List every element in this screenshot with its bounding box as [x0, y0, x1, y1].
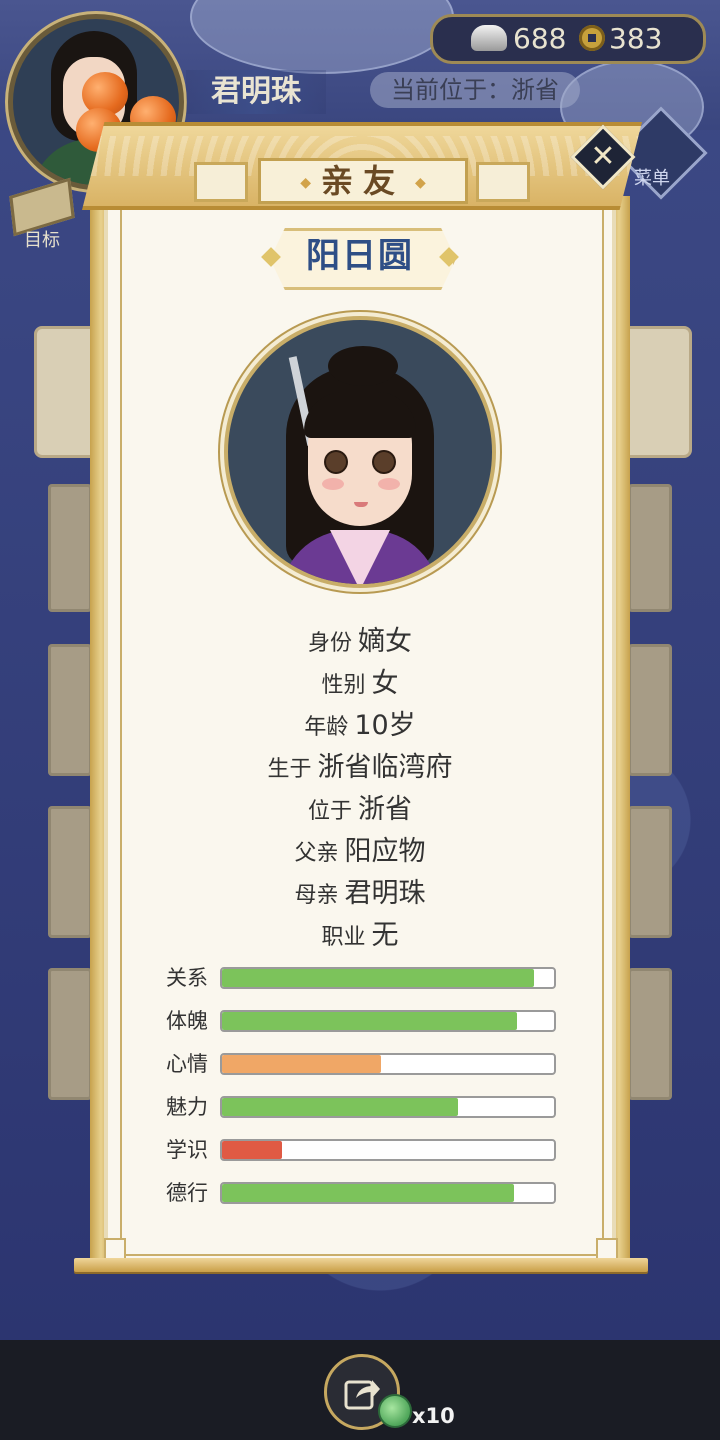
reward-count: x10	[412, 1404, 455, 1428]
stat-label-mood: 心情	[166, 1052, 208, 1076]
info-value: 阳应物	[344, 836, 426, 867]
info-key: 位于	[307, 799, 352, 824]
info-value: 无	[371, 920, 399, 951]
info-key: 职业	[321, 925, 366, 950]
npc-name: 阳日圆	[306, 236, 414, 276]
info-value: 君明珠	[344, 878, 426, 909]
npc-portrait	[228, 320, 492, 584]
info-row-location: 位于 浙省	[104, 790, 616, 830]
info-row-gender: 性别女	[104, 664, 616, 704]
info-key: 性别	[321, 673, 366, 698]
stat-bar-knowledge	[220, 1139, 556, 1161]
copper-coin-icon	[579, 25, 605, 51]
info-key: 父亲	[294, 841, 339, 866]
stat-label-virtue: 德行	[166, 1181, 208, 1205]
info-row-age: 年龄 10岁	[104, 706, 616, 746]
background-card	[628, 806, 672, 938]
stat-label-knowledge: 学识	[166, 1138, 208, 1162]
info-key: 母亲	[294, 883, 339, 908]
header-ornament-box	[194, 162, 248, 202]
current-location: 当前位于：浙省	[370, 72, 580, 108]
background-card-frame	[622, 326, 692, 458]
stat-label-physique: 体魄	[166, 1009, 208, 1033]
background-card	[48, 806, 92, 938]
background-card	[48, 968, 92, 1100]
modal-title: ◆ 亲友 ◆	[258, 158, 468, 204]
info-value: 浙省临湾府	[317, 752, 453, 783]
background-card	[628, 484, 672, 612]
info-value: 嫡女	[358, 626, 412, 657]
goal-label[interactable]: 目标	[24, 226, 60, 252]
currency-bar: 688 383	[430, 14, 706, 64]
stat-bar-physique	[220, 1010, 556, 1032]
stat-bar-fill	[222, 969, 535, 987]
stat-bar-fill	[222, 1012, 518, 1030]
background-card	[48, 484, 92, 612]
silver-ingot-icon	[471, 25, 507, 51]
info-row-birthplace: 生于 浙省临湾府	[104, 748, 616, 788]
info-key: 年龄	[304, 715, 349, 740]
stat-bar-fill	[222, 1098, 458, 1116]
player-name: 君明珠	[186, 70, 326, 114]
info-key: 身份	[307, 631, 352, 656]
stat-bar-fill	[222, 1184, 515, 1202]
stat-bar-relationship	[220, 967, 556, 989]
info-row-mother: 母亲 君明珠	[104, 874, 616, 914]
silver-amount: 688	[513, 22, 567, 55]
stat-bar-fill	[222, 1055, 382, 1073]
header-ornament-box	[476, 162, 530, 202]
stat-label-relationship: 关系	[166, 966, 208, 990]
stat-bar-charm	[220, 1096, 556, 1118]
info-value: 女	[371, 668, 399, 699]
info-row-occupation: 职业无	[104, 916, 616, 956]
close-icon: ✕	[590, 139, 616, 174]
background-card	[48, 644, 92, 776]
share-icon	[344, 1380, 380, 1410]
scroll-bottom-rod	[74, 1258, 648, 1272]
background-card	[628, 644, 672, 776]
menu-label[interactable]: 菜单	[634, 164, 670, 190]
stat-bar-mood	[220, 1053, 556, 1075]
modal-title-text: 亲友	[320, 162, 405, 200]
stat-label-charm: 魅力	[166, 1095, 208, 1119]
background-card	[628, 968, 672, 1100]
jade-icon	[378, 1394, 412, 1428]
stat-bar-fill	[222, 1141, 282, 1159]
info-key: 生于	[267, 757, 312, 782]
info-row-identity: 身份 嫡女	[104, 622, 616, 662]
coin-amount: 383	[609, 22, 663, 55]
info-value: 浙省	[358, 794, 412, 825]
corner-ornament	[596, 1238, 618, 1260]
info-value: 10岁	[354, 710, 416, 741]
stat-bar-virtue	[220, 1182, 556, 1204]
info-row-father: 父亲 阳应物	[104, 832, 616, 872]
corner-ornament	[104, 1238, 126, 1260]
